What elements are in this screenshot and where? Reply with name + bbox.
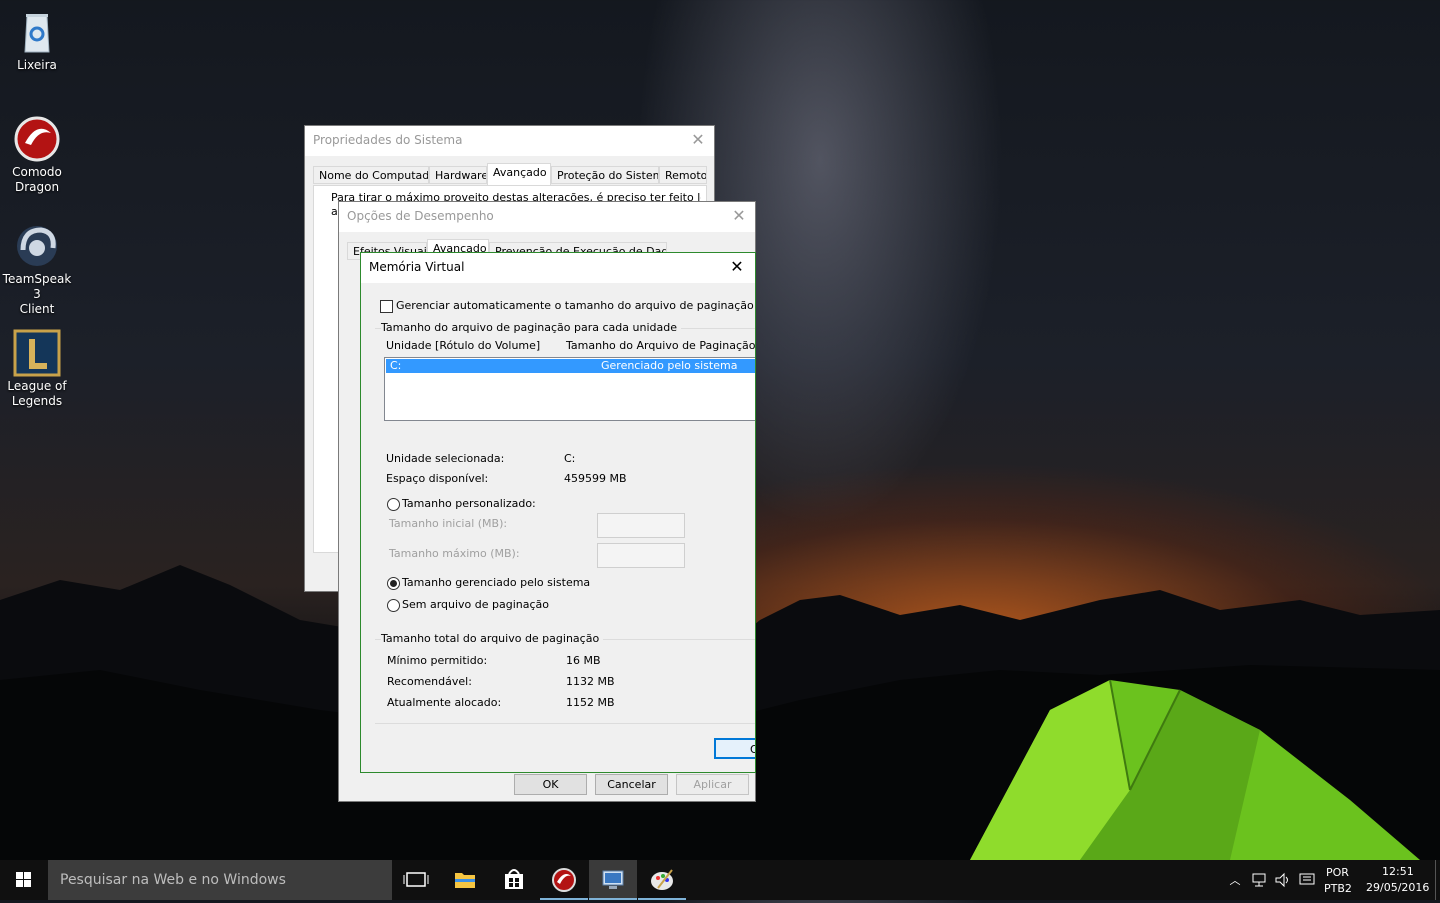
tab-computer-name[interactable]: Nome do Computador	[313, 166, 429, 184]
recommended-value: 1132 MB	[566, 675, 615, 688]
recycle-bin-icon	[13, 8, 61, 56]
list-item-drive: C:	[390, 359, 402, 372]
taskbar-store[interactable]	[490, 860, 538, 900]
league-of-legends-icon	[13, 329, 61, 377]
title-bar: Propriedades do Sistema ✕	[305, 126, 714, 156]
task-view-icon	[403, 872, 429, 887]
teamspeak-icon	[13, 222, 61, 270]
ok-button[interactable]: OK	[514, 774, 587, 795]
ok-button-label: O	[750, 743, 755, 756]
drive-list[interactable]: C: Gerenciado pelo sistema	[384, 357, 755, 421]
network-icon[interactable]	[1250, 872, 1268, 888]
virtual-memory-dialog: Memória Virtual ✕ Gerenciar automaticame…	[360, 252, 756, 773]
window-title: Propriedades do Sistema	[313, 133, 463, 147]
custom-size-label[interactable]: Tamanho personalizado:	[402, 497, 536, 510]
keyboard-layout[interactable]: PTB2	[1324, 882, 1352, 895]
store-bag-icon	[505, 869, 523, 889]
close-icon[interactable]: ✕	[688, 130, 708, 150]
taskbar-system-properties[interactable]	[589, 860, 637, 900]
allocated-label: Atualmente alocado:	[387, 696, 502, 709]
ok-button[interactable]: O	[714, 738, 755, 759]
desktop-icon-label: Lixeira	[17, 58, 57, 72]
group-total-label: Tamanho total do arquivo de paginação	[381, 632, 604, 645]
desktop-icon-label: League of Legends	[7, 379, 67, 408]
system-properties-icon	[602, 870, 624, 889]
list-item-size: Gerenciado pelo sistema	[601, 359, 738, 372]
search-placeholder: Pesquisar na Web e no Windows	[60, 872, 286, 888]
group-per-drive-label: Tamanho do arquivo de paginação para cad…	[381, 321, 681, 334]
volume-icon[interactable]	[1274, 872, 1292, 888]
comodo-dragon-icon	[13, 115, 61, 163]
tab-advanced[interactable]: Avançado	[487, 163, 551, 185]
start-button[interactable]	[0, 860, 48, 900]
free-space-value: 459599 MB	[564, 472, 627, 485]
group-bottom-line	[375, 723, 755, 724]
tab-hardware[interactable]: Hardware	[429, 166, 487, 184]
initial-size-label: Tamanho inicial (MB):	[389, 517, 508, 530]
desktop-icon-recycle-bin[interactable]: Lixeira	[0, 8, 74, 73]
desktop-icon-teamspeak[interactable]: TeamSpeak 3 Client	[0, 222, 74, 317]
input-language[interactable]: POR	[1326, 866, 1349, 879]
tent-illustration	[970, 679, 1420, 860]
auto-manage-checkbox[interactable]	[380, 300, 393, 313]
column-header-drive: Unidade [Rótulo do Volume]	[386, 339, 541, 352]
tab-system-protection[interactable]: Proteção do Sistema	[551, 166, 659, 184]
windows-logo-icon	[16, 872, 31, 887]
folder-icon	[455, 873, 475, 888]
system-managed-label[interactable]: Tamanho gerenciado pelo sistema	[402, 576, 590, 589]
close-icon[interactable]: ✕	[727, 257, 747, 277]
tab-remote[interactable]: Remoto	[659, 166, 707, 184]
system-managed-radio[interactable]	[387, 577, 400, 590]
recommended-label: Recomendável:	[387, 675, 472, 688]
desktop-icon-label: TeamSpeak 3 Client	[2, 272, 72, 316]
title-bar: Memória Virtual ✕	[361, 253, 755, 283]
no-paging-label[interactable]: Sem arquivo de paginação	[402, 598, 549, 611]
task-view-button[interactable]	[392, 860, 440, 900]
close-icon[interactable]: ✕	[729, 206, 749, 226]
selected-drive-label: Unidade selecionada:	[386, 452, 505, 465]
cancel-button[interactable]: Cancelar	[595, 774, 668, 795]
auto-manage-label[interactable]: Gerenciar automaticamente o tamanho do a…	[396, 299, 755, 312]
show-hidden-icons-chevron-up-icon[interactable]: ︿	[1228, 872, 1242, 887]
desktop-icon-label: Comodo Dragon	[12, 165, 62, 194]
max-size-input[interactable]	[597, 543, 685, 568]
comodo-dragon-icon	[552, 868, 576, 892]
no-paging-radio[interactable]	[387, 599, 400, 612]
window-title: Opções de Desempenho	[347, 209, 494, 223]
allocated-value: 1152 MB	[566, 696, 615, 709]
apply-button[interactable]: Aplicar	[676, 774, 749, 795]
title-bar: Opções de Desempenho ✕	[339, 202, 755, 232]
action-center-icon[interactable]	[1298, 872, 1316, 888]
show-desktop-button[interactable]	[1435, 860, 1440, 900]
taskbar: Pesquisar na Web e no Windows ︿ POR PTB2…	[0, 860, 1440, 900]
taskbar-comodo-dragon[interactable]	[540, 860, 588, 900]
list-item[interactable]: C: Gerenciado pelo sistema	[386, 359, 755, 373]
desktop-icon-league-of-legends[interactable]: League of Legends	[0, 329, 74, 409]
max-size-label: Tamanho máximo (MB):	[389, 547, 520, 560]
clock-date[interactable]: 29/05/2016	[1366, 881, 1429, 894]
column-header-size: Tamanho do Arquivo de Paginação	[566, 339, 756, 352]
min-allowed-value: 16 MB	[566, 654, 601, 667]
desktop-icon-comodo-dragon[interactable]: Comodo Dragon	[0, 115, 74, 195]
dialog-title: Memória Virtual	[369, 260, 465, 274]
taskbar-paint[interactable]	[638, 860, 686, 900]
search-box[interactable]: Pesquisar na Web e no Windows	[48, 860, 392, 900]
free-space-label: Espaço disponível:	[386, 472, 489, 485]
paint-palette-icon	[651, 869, 673, 890]
taskbar-file-explorer[interactable]	[441, 860, 489, 900]
clock-time[interactable]: 12:51	[1382, 865, 1414, 878]
custom-size-radio[interactable]	[387, 498, 400, 511]
selected-drive-value: C:	[564, 452, 576, 465]
min-allowed-label: Mínimo permitido:	[387, 654, 488, 667]
tab-strip: Nome do Computador Hardware Avançado Pro…	[313, 163, 709, 186]
initial-size-input[interactable]	[597, 513, 685, 538]
